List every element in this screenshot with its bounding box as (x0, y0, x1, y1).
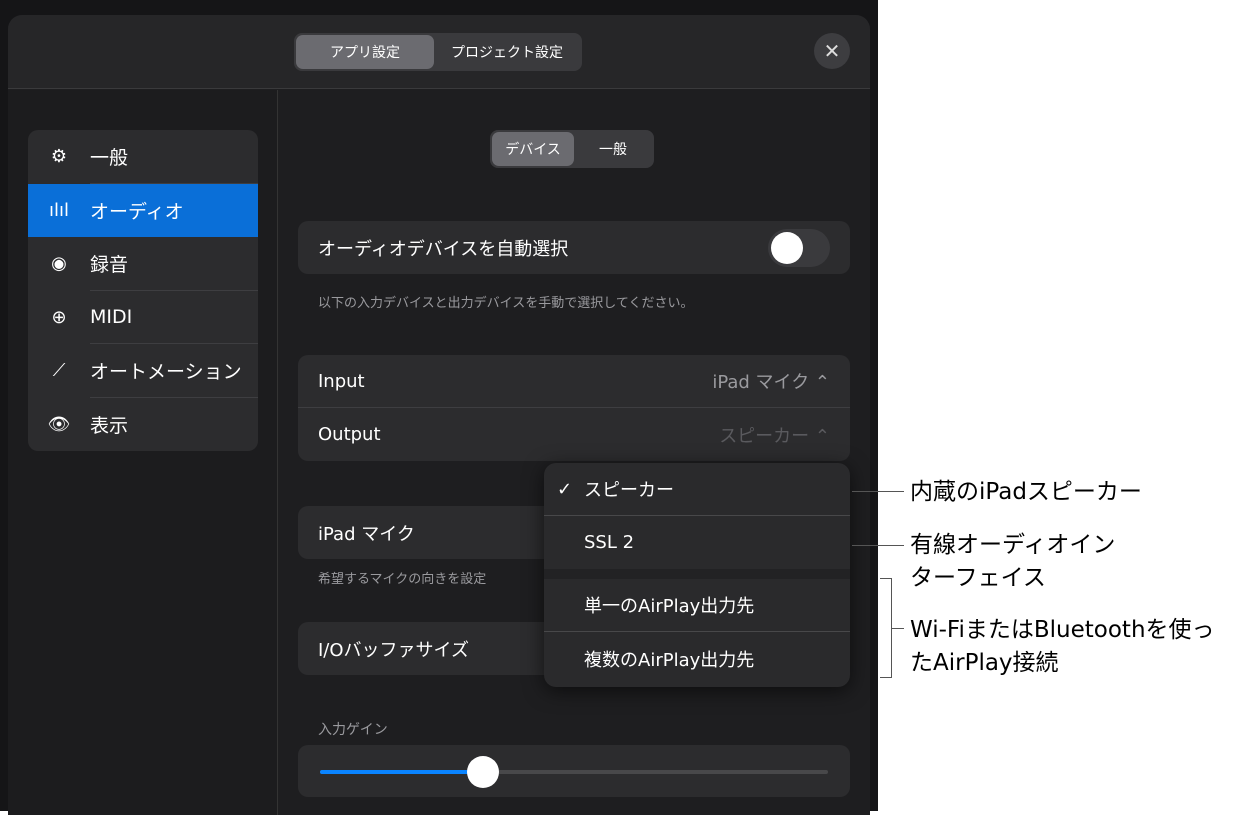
audio-subtabs: デバイス 一般 (490, 130, 654, 168)
modal-header: アプリ設定 プロジェクト設定 ✕ (8, 15, 870, 89)
tab-general[interactable]: 一般 (574, 132, 652, 166)
gain-label: 入力ゲイン (318, 722, 388, 738)
sidebar-item-midi[interactable]: ⊕ MIDI (28, 291, 258, 345)
popup-item-label: SSL 2 (584, 532, 635, 553)
callout-speaker: 内蔵のiPadスピーカー (910, 479, 1142, 505)
popup-item-label: 単一のAirPlay出力先 (584, 596, 755, 617)
callout-wired-1: 有線オーディオイン (910, 532, 1116, 558)
eye-icon: 👁 (47, 413, 71, 435)
mic-label[interactable]: iPad マイク (318, 520, 415, 546)
sidebar-item-automation[interactable]: ⟋ オートメーション (28, 344, 258, 398)
callout-wired-2: ターフェイス (910, 565, 1046, 591)
output-select[interactable]: スピーカー ⌃ (719, 422, 830, 448)
gain-card (298, 745, 850, 797)
tab-project-settings[interactable]: プロジェクト設定 (434, 35, 580, 69)
callout-line (852, 545, 904, 546)
close-button[interactable]: ✕ (814, 33, 850, 69)
gear-icon: ⚙ (50, 146, 68, 168)
input-row[interactable]: Input iPad マイク ⌃ (298, 355, 850, 408)
callout-line (852, 491, 904, 492)
callout-bracket (880, 578, 892, 678)
output-popup-menu: ✓ スピーカー SSL 2 単一のAirPlay出力先 複数のAirPlay出力先 (544, 463, 850, 687)
tab-app-settings[interactable]: アプリ設定 (296, 35, 434, 69)
sidebar-item-recording[interactable]: ◉ 録音 (28, 237, 258, 291)
buffer-label[interactable]: I/Oバッファサイズ (318, 636, 469, 662)
output-label: Output (318, 424, 381, 445)
sidebar-menu: ⚙ 一般 ılıl オーディオ ◉ 録音 ⊕ MIDI ⟋ オートメーション 👁 表示 (28, 130, 258, 451)
mic-note: 希望するマイクの向きを設定 (318, 572, 487, 587)
sidebar-item-display[interactable]: 👁 表示 (28, 398, 258, 452)
popup-item-speaker[interactable]: ✓ スピーカー (544, 463, 850, 516)
popup-item-label: スピーカー (584, 480, 674, 501)
input-label: Input (318, 370, 365, 392)
callout-line (892, 628, 904, 629)
record-icon: ◉ (51, 253, 67, 275)
waveform-icon: ılıl (48, 199, 69, 221)
io-card: Input iPad マイク ⌃ Output スピーカー ⌃ (298, 355, 850, 461)
auto-select-label: オーディオデバイスを自動選択 (318, 238, 569, 260)
sidebar-item-general[interactable]: ⚙ 一般 (28, 130, 258, 184)
popup-item-airplay-single[interactable]: 単一のAirPlay出力先 (544, 579, 850, 632)
sidebar-item-label: 表示 (90, 414, 129, 437)
sidebar-item-label: 一般 (90, 147, 129, 170)
popup-separator (544, 569, 850, 579)
callout-airplay-1: Wi-FiまたはBluetoothを使っ (910, 617, 1215, 643)
popup-item-ssl2[interactable]: SSL 2 (544, 516, 850, 569)
tab-devices[interactable]: デバイス (492, 132, 574, 166)
gain-slider-fill (320, 770, 483, 774)
input-select[interactable]: iPad マイク ⌃ (712, 368, 830, 394)
sidebar-item-audio[interactable]: ılıl オーディオ (28, 183, 258, 237)
sidebar-item-label: オーディオ (90, 200, 184, 223)
output-row[interactable]: Output スピーカー ⌃ (298, 408, 850, 461)
settings-scope-tabs: アプリ設定 プロジェクト設定 (294, 33, 582, 71)
sidebar-item-label: MIDI (90, 306, 133, 329)
midi-icon: ⊕ (51, 306, 67, 328)
checkmark-icon: ✓ (557, 478, 573, 500)
callout-airplay-2: たAirPlay接続 (910, 650, 1059, 676)
popup-item-label: 複数のAirPlay出力先 (584, 649, 755, 671)
automation-icon: ⟋ (52, 360, 66, 382)
auto-select-card: オーディオデバイスを自動選択 (298, 221, 850, 274)
auto-select-toggle[interactable] (768, 228, 830, 267)
sidebar: ⚙ 一般 ılıl オーディオ ◉ 録音 ⊕ MIDI ⟋ オートメーション 👁 表示 (8, 90, 278, 815)
gain-slider-track[interactable] (320, 756, 828, 788)
gain-slider-thumb[interactable] (466, 756, 499, 788)
sidebar-item-label: オートメーション (90, 361, 242, 384)
auto-select-note: 以下の入力デバイスと出力デバイスを手動で選択してください。 (318, 296, 694, 311)
sidebar-item-label: 録音 (90, 254, 129, 277)
app-background: アプリ設定 プロジェクト設定 ✕ ⚙ 一般 ılıl オーディオ ◉ 録音 ⊕ MIDI… (0, 0, 878, 815)
popup-item-airplay-multi[interactable]: 複数のAirPlay出力先 (544, 632, 850, 685)
settings-modal: アプリ設定 プロジェクト設定 ✕ ⚙ 一般 ılıl オーディオ ◉ 録音 ⊕ MIDI… (8, 15, 870, 815)
